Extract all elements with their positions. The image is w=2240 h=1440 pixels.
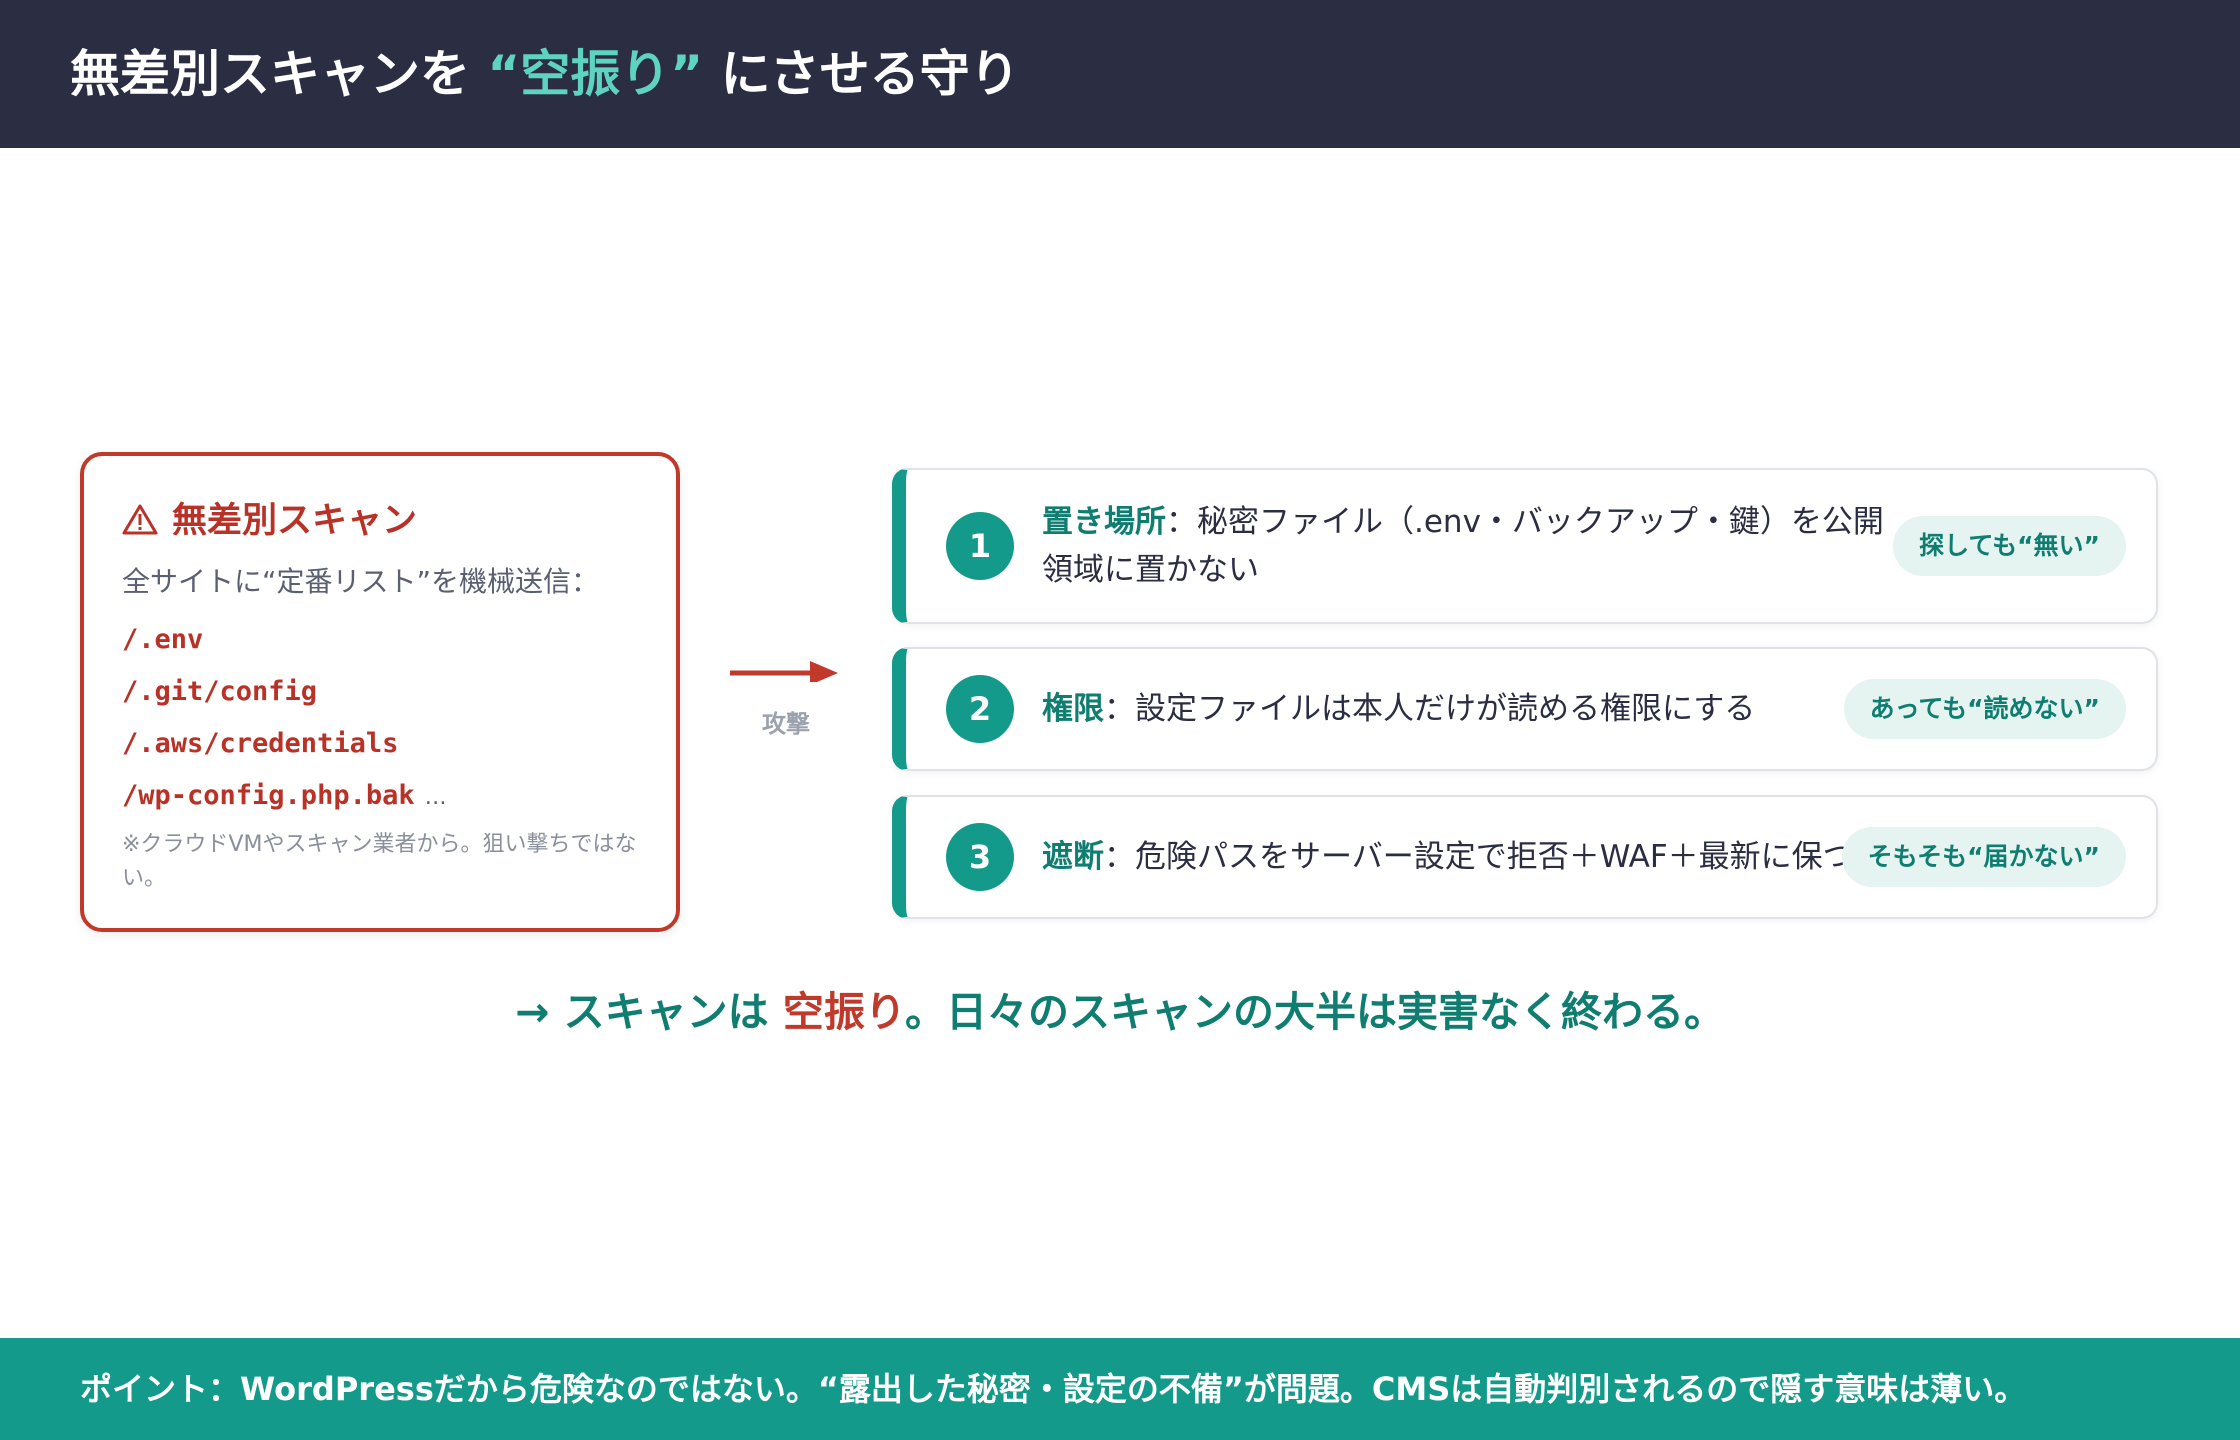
header-bar: 無差別スキャンを “空振り” にさせる守り <box>0 0 2240 148</box>
scan-path-list: /.env /.git/config /.aws/credentials /wp… <box>122 614 447 822</box>
defense-description: ：危険パスをサーバー設定で拒否＋WAF＋最新に保つ <box>1104 839 1854 875</box>
arrow-right-icon <box>730 661 838 682</box>
defense-result-pill: あっても“読めない” <box>1843 679 2126 739</box>
defense-text: 置き場所：秘密ファイル（.env・バックアップ・鍵）を公開領域に置かない <box>1042 498 1892 594</box>
scan-card: 無差別スキャン 全サイトに“定番リスト”を機械送信： /.env /.git/c… <box>80 452 680 932</box>
step-number-badge: 1 <box>946 512 1014 580</box>
scan-path-text: /.aws/credentials <box>122 728 399 759</box>
scan-card-note: ※クラウドVMやスキャン業者から。狙い撃ちではない。 <box>122 832 637 891</box>
warning-triangle-icon <box>122 504 158 535</box>
scan-path-item: /.git/config <box>122 666 447 718</box>
conclusion-pre: → スキャンは <box>514 988 783 1036</box>
scan-path-text: /wp-config.php.bak <box>122 780 415 811</box>
step-number-badge: 2 <box>946 675 1014 743</box>
scan-path-text: /.env <box>122 624 204 655</box>
attack-arrow-label: 攻撃 <box>762 710 810 738</box>
scan-path-item: /.env <box>122 614 447 666</box>
conclusion-line: → スキャンは 空振り。日々のスキャンの大半は実害なく終わる。 <box>0 978 2240 1038</box>
defense-card-placement: 1 置き場所：秘密ファイル（.env・バックアップ・鍵）を公開領域に置かない 探… <box>892 468 2158 624</box>
step-number-badge: 3 <box>946 823 1014 891</box>
defense-card-permission: 2 権限：設定ファイルは本人だけが読める権限にする あっても“読めない” <box>892 647 2158 771</box>
page-title-pre: 無差別スキャンを <box>70 45 488 103</box>
defense-text: 遮断：危険パスをサーバー設定で拒否＋WAF＋最新に保つ <box>1042 833 1882 881</box>
defense-label: 遮断 <box>1042 839 1104 875</box>
scan-path-item: /wp-config.php.bak … <box>122 770 447 822</box>
page-title-accent: “空振り” <box>487 45 704 103</box>
footer-point-text: ポイント：WordPressだから危険なのではない。“露出した秘密・設定の不備”… <box>80 1370 2027 1408</box>
defense-result-pill: 探しても“無い” <box>1893 516 2126 576</box>
scan-path-ellipsis: … <box>424 785 447 810</box>
defense-label: 権限 <box>1042 691 1104 727</box>
attack-arrow: 攻撃 <box>728 652 838 752</box>
conclusion-post: 。日々のスキャンの大半は実害なく終わる。 <box>905 988 1726 1036</box>
scan-path-text: /.git/config <box>122 676 318 707</box>
defense-label: 置き場所 <box>1042 504 1166 540</box>
scan-card-title: 無差別スキャン <box>122 492 417 543</box>
scan-path-item: /.aws/credentials <box>122 718 447 770</box>
defense-result-pill: そもそも“届かない” <box>1841 827 2126 887</box>
defense-description: ：設定ファイルは本人だけが読める権限にする <box>1104 691 1756 727</box>
defense-card-block: 3 遮断：危険パスをサーバー設定で拒否＋WAF＋最新に保つ そもそも“届かない” <box>892 795 2158 919</box>
defense-description: ：秘密ファイル（.env・バックアップ・鍵）を公開領域に置かない <box>1042 504 1884 588</box>
conclusion-highlight: 空振り <box>782 988 906 1036</box>
scan-card-lead: 全サイトに“定番リスト”を機械送信： <box>122 565 600 598</box>
page-title-post: にさせる守り <box>703 45 1020 103</box>
page-title: 無差別スキャンを “空振り” にさせる守り <box>70 0 1020 148</box>
scan-card-title-text: 無差別スキャン <box>172 501 418 541</box>
defense-text: 権限：設定ファイルは本人だけが読める権限にする <box>1042 685 1882 733</box>
footer-bar: ポイント：WordPressだから危険なのではない。“露出した秘密・設定の不備”… <box>0 1338 2240 1440</box>
